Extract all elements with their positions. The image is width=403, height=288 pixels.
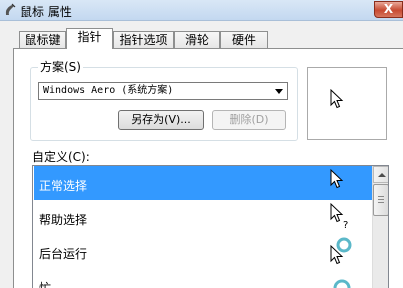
delete-label: 删除(D) [229, 113, 269, 126]
list-item[interactable]: 正常选择 [34, 166, 372, 200]
arrow-cursor-icon [330, 168, 344, 189]
busy-cursor-icon [333, 279, 351, 288]
mouse-app-icon [5, 3, 16, 15]
working-in-background-cursor-icon [330, 237, 352, 265]
chevron-up-icon [378, 173, 386, 177]
scroll-up-button[interactable] [373, 166, 388, 183]
scheme-label: 方案(S) [38, 58, 83, 75]
scroll-thumb[interactable] [373, 184, 388, 216]
tab-strip: 鼠标键 指针 指针选项 滑轮 硬件 [0, 28, 403, 49]
tab-label: 指针选项 [119, 33, 168, 47]
list-item-label: 忙 [39, 281, 52, 288]
tab-label: 滑轮 [184, 33, 209, 47]
list-item[interactable]: 后台运行 [34, 234, 372, 268]
tab-label: 硬件 [231, 33, 256, 47]
tab-buttons[interactable]: 鼠标键 [19, 31, 66, 48]
list-item-label: 正常选择 [39, 179, 88, 193]
grip-line [378, 199, 384, 200]
help-cursor-icon: ? [330, 202, 348, 231]
title-bar: 鼠标 属性 X [0, 0, 403, 21]
tab-hardware[interactable]: 硬件 [220, 31, 268, 48]
cursor-preview [307, 67, 387, 140]
tab-label: 指针 [77, 30, 102, 44]
list-item[interactable]: 帮助选择 ? [34, 200, 372, 234]
window-title: 鼠标 属性 [20, 5, 72, 19]
arrow-cursor-icon [330, 89, 344, 109]
cursor-list[interactable]: 正常选择 帮助选择 ? 后台运行 忙 [32, 165, 389, 288]
delete-button[interactable]: 删除(D) [212, 110, 286, 130]
chevron-down-icon [275, 89, 283, 94]
save-as-label: 另存为(V)... [131, 113, 191, 126]
scheme-selected-value: Windows Aero (系统方案) [43, 85, 174, 96]
list-item-label: 后台运行 [39, 247, 88, 261]
save-as-button[interactable]: 另存为(V)... [118, 110, 204, 130]
tab-pointer-options[interactable]: 指针选项 [113, 31, 174, 48]
tab-label: 鼠标键 [24, 33, 61, 47]
customize-label: 自定义(C): [32, 150, 90, 164]
tab-pointers[interactable]: 指针 [66, 28, 113, 49]
scheme-dropdown[interactable]: Windows Aero (系统方案) [38, 82, 288, 100]
close-icon: X [383, 2, 394, 16]
tab-wheel[interactable]: 滑轮 [174, 31, 220, 48]
list-scrollbar[interactable] [372, 166, 388, 288]
grip-line [378, 202, 384, 203]
list-item[interactable]: 忙 [34, 268, 372, 288]
grip-line [378, 196, 384, 197]
svg-text:?: ? [343, 220, 348, 231]
list-item-label: 帮助选择 [39, 213, 88, 227]
close-button[interactable]: X [374, 1, 403, 18]
